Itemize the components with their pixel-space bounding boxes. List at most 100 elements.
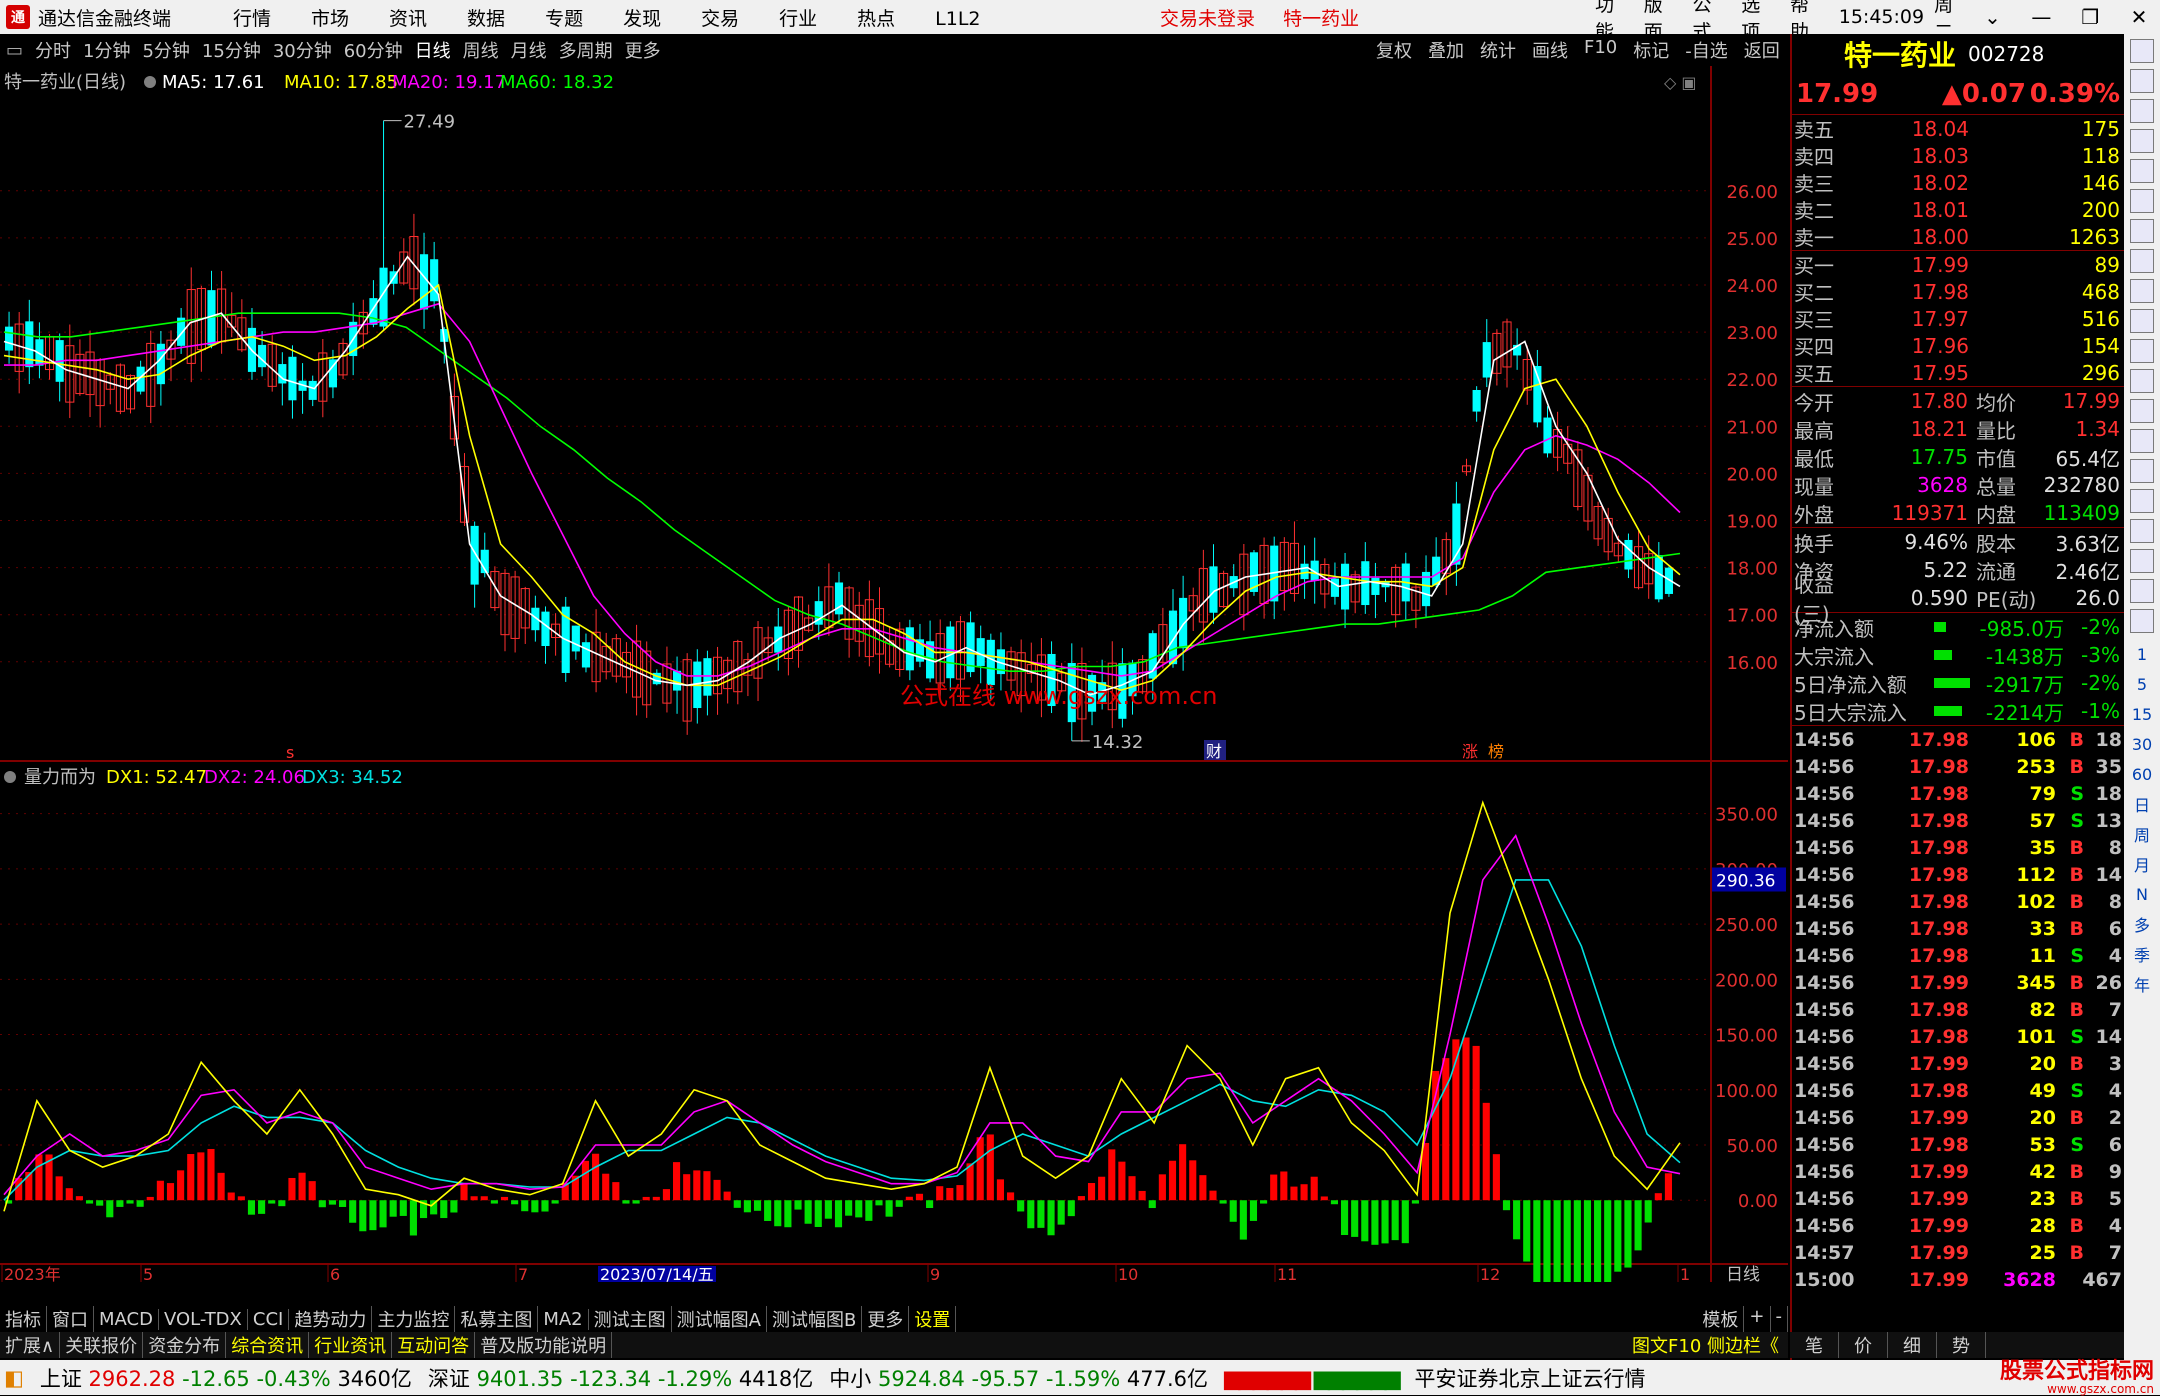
order-row[interactable]: 卖一 18.00 1263: [1792, 223, 2126, 251]
period-badge[interactable]: 日线: [1726, 1265, 1760, 1285]
chart-area[interactable]: 16.00 17.00 18.00 19.00 20.00 21.00 22.00 23.00…: [0, 66, 1788, 1318]
menu-icon[interactable]: [2130, 39, 2154, 63]
right-tab[interactable]: 价: [1839, 1332, 1888, 1358]
period-shortcut[interactable]: 15: [2124, 699, 2160, 729]
template-button[interactable]: 模板: [1697, 1306, 1745, 1332]
list-icon[interactable]: [2130, 129, 2154, 153]
menu-item[interactable]: 热点: [857, 8, 895, 30]
order-row[interactable]: 卖五 18.04 175: [1792, 115, 2126, 143]
f11-icon[interactable]: [2130, 339, 2154, 363]
flow-row[interactable]: 5日大宗流入 -2214万 -1%: [1792, 697, 2126, 725]
tick-row[interactable]: 14:56 17.99 345 B 26: [1792, 969, 2126, 996]
indicator-tab[interactable]: MA2: [538, 1308, 589, 1330]
indicator-tab[interactable]: 更多: [862, 1306, 910, 1332]
period-tab[interactable]: 分时: [35, 37, 71, 63]
template-button[interactable]: +: [1744, 1306, 1771, 1332]
period-tab[interactable]: 更多: [625, 37, 661, 63]
indicator-tab[interactable]: 测试幅图B: [767, 1306, 863, 1332]
pen-icon[interactable]: [2130, 549, 2154, 573]
flow-row[interactable]: 5日净流入额 -2917万 -2%: [1792, 669, 2126, 697]
tick-row[interactable]: 14:56 17.98 33 B 6: [1792, 915, 2126, 942]
indicator-tab[interactable]: CCI: [248, 1308, 290, 1330]
clock-icon[interactable]: [2130, 399, 2154, 423]
news-icon[interactable]: [2130, 309, 2154, 333]
right-tab[interactable]: 笔: [1790, 1332, 1839, 1358]
menu-item[interactable]: L1L2: [935, 8, 980, 30]
indicator-tab[interactable]: 测试主图: [589, 1306, 672, 1332]
toolbar-button[interactable]: 标记: [1633, 37, 1669, 63]
indicator-tab[interactable]: 窗口: [47, 1306, 94, 1332]
toolbar-button[interactable]: 统计: [1480, 37, 1516, 63]
event-marker-cai[interactable]: 财: [1206, 742, 1222, 761]
menu-item[interactable]: 专题: [545, 8, 583, 30]
order-row[interactable]: 卖四 18.03 118: [1792, 142, 2126, 170]
period-tab[interactable]: 15分钟: [202, 37, 261, 63]
period-tab[interactable]: 5分钟: [142, 37, 189, 63]
menu-item[interactable]: 市场: [311, 8, 349, 30]
tick-row[interactable]: 14:56 17.98 106 B 18: [1792, 726, 2126, 753]
tick-row[interactable]: 14:56 17.98 57 S 13: [1792, 807, 2126, 834]
tick-row[interactable]: 14:56 17.98 112 B 14: [1792, 861, 2126, 888]
tick-row[interactable]: 14:57 17.99 25 B 7: [1792, 1239, 2126, 1266]
menu-item[interactable]: 行情: [233, 8, 271, 30]
order-row[interactable]: 卖二 18.01 200: [1792, 196, 2126, 224]
period-tab[interactable]: 30分钟: [273, 37, 332, 63]
sub-legend-toggle-icon[interactable]: [4, 771, 16, 783]
info-tab[interactable]: 综合资讯: [226, 1332, 310, 1358]
period-shortcut[interactable]: 多: [2124, 909, 2160, 939]
period-tab[interactable]: 60分钟: [344, 37, 403, 63]
grid-icon[interactable]: [2130, 159, 2154, 183]
sz-index[interactable]: 深证 9401.35 -123.34 -1.29% 4418亿: [428, 1363, 813, 1393]
sidebar-toggle[interactable]: 图文F10 侧边栏《: [1627, 1332, 1784, 1358]
indicator-tab[interactable]: MACD: [94, 1308, 159, 1330]
flow-row[interactable]: 大宗流入 -1438万 -3%: [1792, 641, 2126, 669]
panel-toggle-icon[interactable]: ▭: [6, 40, 23, 61]
toolbar-button[interactable]: 返回: [1744, 37, 1780, 63]
f10-icon[interactable]: [2130, 279, 2154, 303]
close-icon[interactable]: ✕: [2128, 5, 2151, 29]
tick-row[interactable]: 14:56 17.99 23 B 5: [1792, 1185, 2126, 1212]
chart-icon[interactable]: [2130, 459, 2154, 483]
order-row[interactable]: 卖三 18.02 146: [1792, 169, 2126, 197]
tick-row[interactable]: 14:56 17.98 53 S 6: [1792, 1131, 2126, 1158]
restore-icon[interactable]: ❐: [2079, 5, 2102, 29]
tick-row[interactable]: 15:00 17.99 3628 467: [1792, 1266, 2126, 1293]
share-icon[interactable]: [2130, 609, 2154, 633]
flow-row[interactable]: 净流入额 -985.0万 -2%: [1792, 613, 2126, 641]
order-row[interactable]: 买一 17.99 89: [1792, 251, 2126, 279]
menu-item[interactable]: 交易: [701, 8, 739, 30]
period-shortcut[interactable]: 30: [2124, 729, 2160, 759]
period-shortcut[interactable]: 年: [2124, 969, 2160, 999]
period-shortcut[interactable]: 季: [2124, 939, 2160, 969]
indicator-tab[interactable]: 主力监控: [372, 1306, 456, 1332]
period-tab[interactable]: 多周期: [559, 37, 613, 63]
menu-item[interactable]: 数据: [467, 8, 505, 30]
tick-list[interactable]: 14:56 17.98 106 B 18 14:56 17.98 253 B 35 14:56 17.…: [1792, 726, 2126, 1293]
period-shortcut[interactable]: 1: [2124, 639, 2160, 669]
arrow-up-icon[interactable]: [2130, 69, 2154, 93]
lens-icon[interactable]: [2130, 429, 2154, 453]
tick-row[interactable]: 14:56 17.98 82 B 7: [1792, 996, 2126, 1023]
period-tab[interactable]: 月线: [511, 37, 547, 63]
info-tab[interactable]: 行业资讯: [309, 1332, 393, 1358]
chart-expand-icon[interactable]: ◇ ▣: [1664, 73, 1697, 92]
tick-row[interactable]: 14:56 17.99 28 B 4: [1792, 1212, 2126, 1239]
order-row[interactable]: 买四 17.96 154: [1792, 332, 2126, 360]
arrow-down-icon[interactable]: [2130, 99, 2154, 123]
rsi-icon[interactable]: [2130, 489, 2154, 513]
period-tab[interactable]: 日线: [415, 37, 451, 63]
info-tab[interactable]: 互动问答: [392, 1332, 476, 1358]
period-shortcut[interactable]: 周: [2124, 819, 2160, 849]
sh-index[interactable]: 上证 2962.28 -12.65 -0.43% 3460亿: [40, 1363, 412, 1393]
move-icon[interactable]: [2130, 519, 2154, 543]
tick-row[interactable]: 14:56 17.98 253 B 35: [1792, 753, 2126, 780]
menu-item[interactable]: 资讯: [389, 8, 427, 30]
indicator-tab[interactable]: VOL-TDX: [159, 1308, 248, 1330]
tick-row[interactable]: 14:56 17.98 101 S 14: [1792, 1023, 2126, 1050]
indicator-tab[interactable]: 设置: [909, 1306, 957, 1332]
window-menu-icon[interactable]: ⌄: [1981, 5, 2004, 29]
period-shortcut[interactable]: 60: [2124, 759, 2160, 789]
order-row[interactable]: 买五 17.95 296: [1792, 359, 2126, 387]
kline-chart[interactable]: 16.00 17.00 18.00 19.00 20.00 21.00 22.00 23.00…: [0, 66, 1788, 1318]
order-row[interactable]: 买二 17.98 468: [1792, 278, 2126, 306]
